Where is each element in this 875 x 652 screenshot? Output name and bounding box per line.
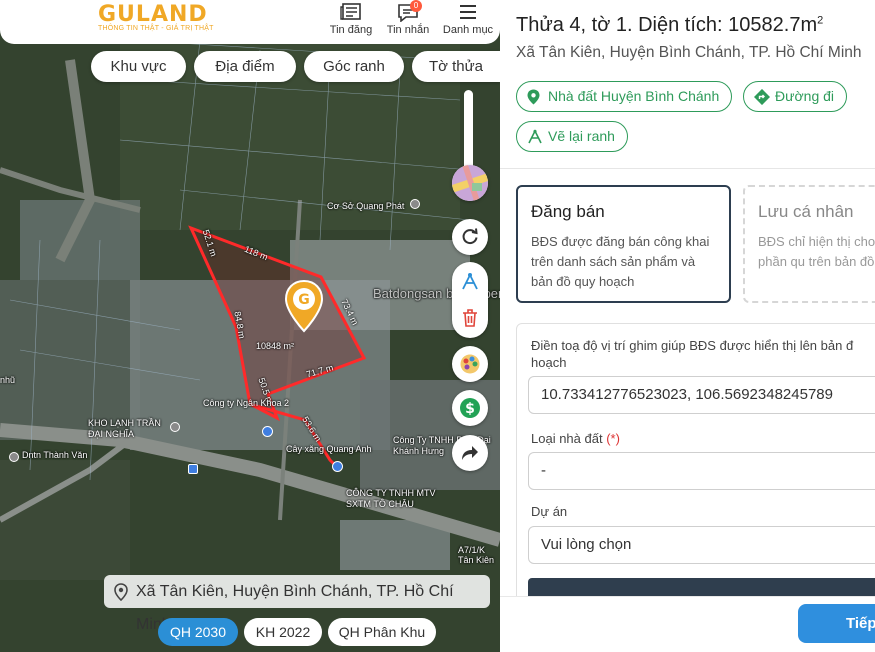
map-layer-thumbnail[interactable]: [452, 165, 488, 201]
logo-text: GULAND: [98, 2, 208, 27]
satellite-imagery: [0, 0, 500, 652]
refresh-button[interactable]: [452, 219, 488, 255]
place-label: KHO LẠNH TRẦN ĐẠI NGHĨA: [88, 418, 161, 439]
nav-label: Danh mục: [442, 24, 494, 36]
directions-button[interactable]: Đường đi: [743, 81, 848, 112]
card-title: Đăng bán: [531, 202, 605, 221]
card-description: BĐS chỉ hiện thị cho thấy trong phần qu …: [758, 234, 875, 269]
plot-title: Thửa 4, tờ 1. Diện tích: 10582.7m2: [516, 14, 823, 37]
refresh-icon: [462, 228, 478, 245]
svg-text:G: G: [298, 292, 310, 308]
map-scrollbar[interactable]: [464, 90, 473, 172]
guland-logo[interactable]: GULAND THÔNG TIN THẬT - GIÁ TRỊ THẬT: [98, 2, 214, 32]
project-label: Dự án: [531, 504, 568, 519]
newspaper-icon: [340, 3, 361, 20]
share-icon: [462, 446, 478, 460]
filter-goc-ranh[interactable]: Góc ranh: [304, 51, 404, 82]
palette-icon: [460, 354, 480, 374]
svg-text:$: $: [465, 401, 475, 417]
nav-danh-muc[interactable]: Danh mục: [440, 2, 496, 36]
draw-boundary-icon[interactable]: [460, 272, 480, 292]
property-type-label: Loại nhà đất (*): [531, 431, 620, 446]
plot-detail-panel: Thửa 4, tờ 1. Diện tích: 10582.7m2 Xã Tâ…: [500, 0, 875, 652]
pill-label: Đường đi: [775, 88, 835, 104]
delete-icon[interactable]: [461, 308, 479, 328]
option-save-personal[interactable]: Lưu cá nhân BĐS chỉ hiện thị cho thấy tr…: [743, 185, 875, 303]
pill-label: Vẽ lại ranh: [548, 128, 615, 144]
nav-label: Tin nhắn: [386, 24, 430, 36]
draw-boundary-icon: [528, 129, 542, 144]
pill-label: Nhà đất Huyện Bình Chánh: [548, 88, 720, 104]
place-label: Cây xăng Quang Anh: [286, 444, 372, 454]
filter-to-thua[interactable]: Tờ thửa: [412, 51, 500, 82]
gas-station-icon[interactable]: [332, 461, 343, 472]
map-address-bar[interactable]: Xã Tân Kiên, Huyện Bình Chánh, TP. Hồ Ch…: [104, 575, 490, 633]
place-label: A7/1/K Tân Kiên: [458, 545, 495, 565]
draw-tools: [452, 262, 488, 338]
unit-superscript: 2: [817, 14, 824, 27]
share-button[interactable]: [452, 435, 488, 471]
price-icon: $: [460, 398, 480, 418]
place-label: CÔNG TY TNHH MTV SXTM TÔ CHÂU: [346, 488, 436, 509]
poi-marker-icon[interactable]: [170, 422, 180, 432]
place-label: nhũ: [0, 375, 16, 385]
menu-icon: [460, 5, 476, 19]
section-divider: [500, 168, 875, 169]
property-type-label-text: Loại nhà đất: [531, 431, 603, 446]
property-type-select[interactable]: -: [528, 452, 875, 490]
map-marker-icon: [527, 89, 540, 105]
location-pin-icon[interactable]: G: [284, 279, 324, 333]
layer-kh-2022[interactable]: KH 2022: [244, 618, 322, 646]
map-view[interactable]: 118 m 52.1 m 73.4 m 71.7 m 84.8 m 50.5 m…: [0, 0, 500, 652]
place-label: Dntn Thành Văn: [22, 450, 88, 460]
poi-marker-icon[interactable]: [262, 426, 273, 437]
logo-tagline: THÔNG TIN THẬT - GIÁ TRỊ THẬT: [98, 25, 214, 32]
plot-area-label: 10848 m²: [256, 341, 295, 351]
real-estate-district-button[interactable]: Nhà đất Huyện Bình Chánh: [516, 81, 733, 112]
bus-stop-icon[interactable]: [188, 464, 198, 474]
nav-label: Tin đăng: [329, 24, 373, 36]
required-marker: (*): [606, 431, 620, 446]
directions-icon: [754, 89, 770, 105]
coordinate-label: Điền toạ độ vị trí ghim giúp BĐS được hi…: [531, 338, 854, 370]
card-title: Lưu cá nhân: [758, 202, 854, 221]
layer-qh-2030[interactable]: QH 2030: [158, 618, 238, 646]
filter-dia-diem[interactable]: Địa điểm: [194, 51, 296, 82]
project-select[interactable]: Vui lòng chọn: [528, 526, 875, 564]
unread-badge: 0: [410, 0, 422, 12]
poi-marker-icon[interactable]: [410, 199, 420, 209]
nav-tin-nhan[interactable]: 0 Tin nhắn: [380, 0, 436, 36]
next-button[interactable]: Tiếp: [798, 604, 875, 643]
coordinate-input[interactable]: 10.733412776523023, 106.5692348245789: [528, 376, 875, 414]
plot-address: Xã Tân Kiên, Huyện Bình Chánh, TP. Hồ Ch…: [516, 44, 862, 61]
filter-khu-vuc[interactable]: Khu vực: [91, 51, 186, 82]
redraw-boundary-button[interactable]: Vẽ lại ranh: [516, 121, 628, 152]
app-header: GULAND THÔNG TIN THẬT - GIÁ TRỊ THẬT Tin…: [0, 0, 500, 44]
card-description: BĐS được đăng bán công khai trên danh sá…: [531, 234, 710, 289]
section-header-bar: [528, 578, 875, 598]
option-post-for-sale[interactable]: Đăng bán BĐS được đăng bán công khai trê…: [516, 185, 731, 303]
palette-button[interactable]: [452, 346, 488, 382]
poi-marker-icon[interactable]: [9, 452, 19, 462]
location-icon: [114, 583, 128, 601]
place-label: Cơ Sở Quang Phát: [327, 201, 405, 211]
map-layer-icon: [452, 165, 488, 201]
plot-title-text: Thửa 4, tờ 1. Diện tích: 10582.7m: [516, 14, 818, 36]
price-button[interactable]: $: [452, 390, 488, 426]
nav-tin-dang[interactable]: Tin đăng: [323, 2, 379, 36]
place-label: Công ty Ngân Khoa 2: [203, 398, 290, 408]
layer-qh-phan-khu[interactable]: QH Phân Khu: [328, 618, 436, 646]
